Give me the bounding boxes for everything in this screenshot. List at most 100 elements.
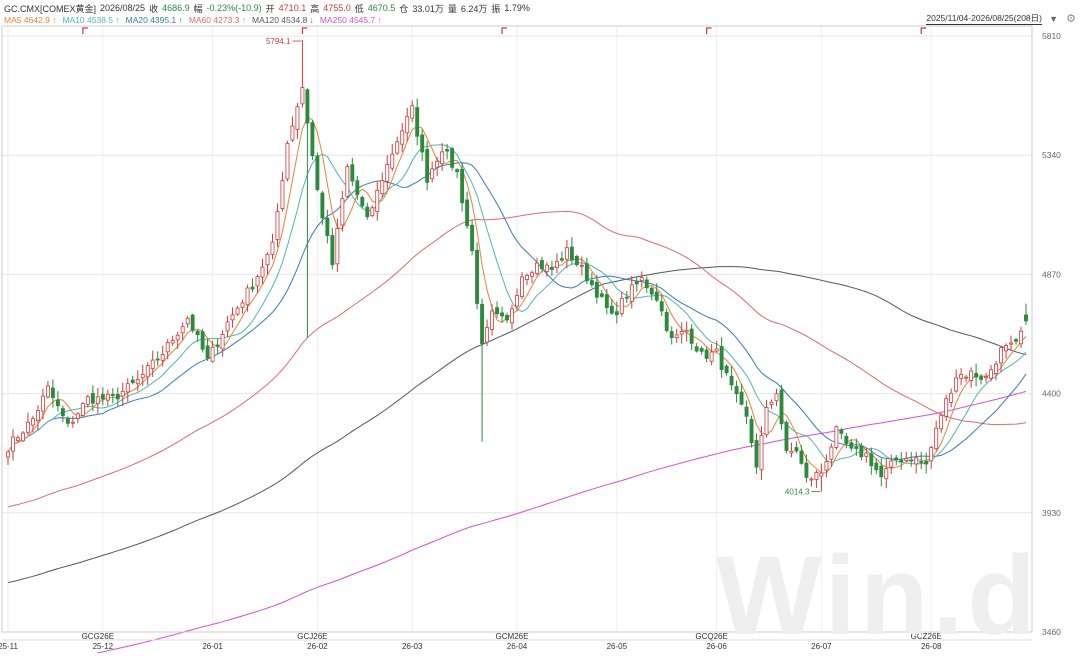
candle-body: [50, 387, 55, 399]
candle-body: [984, 376, 989, 379]
candle-body: [674, 334, 679, 338]
candle-body: [200, 331, 205, 350]
annotation-label: 4014.3: [785, 487, 810, 496]
candle-body: [230, 314, 235, 321]
candle-body: [100, 394, 105, 400]
quote-info-bar: GC.CMX[COMEX黄金] 2026/08/25 收 4686.9 幅 -0…: [4, 2, 530, 14]
candle-body: [410, 105, 415, 119]
date-range-selector[interactable]: 2025/11/04-2026/08/25(208日): [926, 13, 1042, 25]
candle-body: [684, 329, 689, 333]
roll-marker-icon: [501, 27, 508, 34]
candle-body: [540, 260, 544, 270]
candle-body: [899, 459, 904, 463]
date-label: 2026/08/25: [100, 3, 146, 13]
ma-legend: MA5 4642.9 ↑ MA10 4538.5 ↑ MA20 4395.1 ↑ MA…: [4, 14, 382, 26]
annotation-label: 5794.1: [266, 37, 291, 46]
candle-body: [554, 261, 559, 268]
candle-body: [589, 280, 594, 286]
candle-body: [859, 445, 864, 458]
close-value: 4686.9: [162, 3, 190, 13]
candle-body: [774, 393, 779, 402]
low-value: 4670.5: [367, 3, 396, 13]
x-tick-label: 26-03: [402, 642, 423, 651]
candle-body: [924, 461, 929, 465]
candle-body: [340, 198, 345, 226]
candle-body: [779, 389, 784, 425]
open-value: 4710.1: [278, 3, 307, 13]
candle-body: [944, 398, 949, 417]
y-tick-label: 3460: [1042, 627, 1061, 637]
candle-body: [709, 351, 714, 362]
low-caption: 低: [354, 3, 364, 14]
candle-body: [994, 363, 999, 374]
contract-label: GCG26E: [82, 632, 114, 641]
candle-body: [360, 196, 365, 207]
roll-marker-icon: [920, 27, 927, 34]
candle-body: [999, 347, 1003, 364]
candle-body: [225, 321, 230, 332]
contract-label: GCM26E: [496, 632, 529, 641]
chevron-down-icon[interactable]: ▼: [1049, 14, 1058, 24]
candle-body: [759, 435, 764, 471]
candle-body: [564, 247, 569, 260]
candle-body: [215, 344, 220, 347]
candle-body: [150, 359, 155, 369]
candle-body: [495, 307, 499, 315]
y-tick-label: 5810: [1042, 31, 1061, 41]
candle-body: [689, 328, 694, 344]
x-tick-label: 26-05: [607, 642, 628, 651]
x-tick-label: 26-02: [307, 642, 328, 651]
candle-body: [969, 370, 974, 382]
candle-body: [335, 228, 340, 265]
candle-body: [295, 106, 300, 130]
candle-body: [270, 241, 275, 255]
candle-body: [525, 274, 529, 280]
candle-body: [180, 326, 185, 334]
candle-body: [664, 311, 669, 331]
candle-body: [140, 374, 145, 379]
candle-body: [1009, 342, 1013, 345]
roll-marker-icon: [706, 27, 712, 34]
candle-body: [964, 376, 969, 379]
candle-body: [310, 122, 315, 157]
candle-body: [894, 457, 899, 461]
candle-body: [110, 394, 115, 396]
candle-body: [649, 287, 654, 295]
high-value: 4755.0: [323, 3, 351, 13]
candle-body: [619, 297, 624, 314]
candle-body: [120, 391, 125, 397]
candle-body: [465, 199, 470, 227]
candle-body: [255, 275, 260, 287]
candle-body: [629, 284, 634, 302]
candle-body: [35, 410, 40, 421]
candle-body: [559, 258, 564, 261]
candle-body: [794, 447, 799, 452]
candle-body: [275, 211, 280, 240]
candle-body: [1019, 330, 1023, 345]
candle-body: [549, 267, 554, 270]
candle-body: [60, 408, 65, 417]
gear-icon[interactable]: ⚙: [1066, 12, 1076, 25]
candle-body: [315, 155, 320, 190]
vol-value: 6.24万: [460, 3, 488, 14]
candle-body: [879, 465, 884, 478]
candle-body: [145, 365, 150, 378]
candle-body: [939, 414, 944, 430]
candle-body: [694, 346, 699, 352]
candle-body: [445, 149, 450, 152]
candle-body: [1024, 314, 1028, 322]
candle-body: [370, 207, 375, 217]
candle-body: [80, 403, 85, 416]
ma-legend-ma60: MA60 4273.3 ↑: [188, 15, 247, 25]
candle-body: [1004, 345, 1008, 352]
candle-body: [929, 447, 934, 462]
candle-body: [365, 206, 370, 218]
candle-body: [819, 472, 824, 477]
candle-body: [714, 348, 719, 352]
contract-label: GCJ26E: [297, 632, 327, 641]
candle-body: [584, 263, 589, 282]
candle-body: [829, 446, 834, 460]
candle-body: [949, 392, 954, 403]
candle-body: [85, 396, 90, 405]
candle-body: [614, 311, 619, 316]
